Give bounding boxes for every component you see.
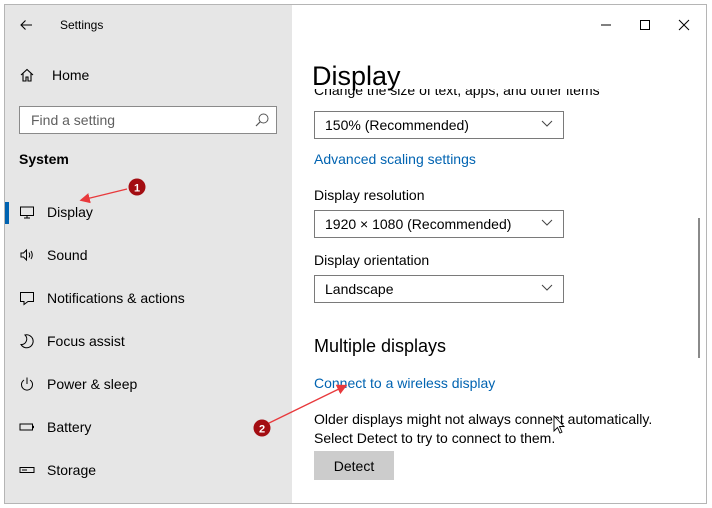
svg-text:2: 2 [259,424,265,436]
annotation-badge-2: 2 [253,419,271,437]
annotation-arrow-1 [79,188,128,204]
annotation-overlay: 1 2 [79,178,566,437]
annotation-badge-1: 1 [128,178,146,196]
annotation-arrow-2 [264,384,348,426]
svg-text:1: 1 [134,183,140,195]
mouse-cursor-icon [553,414,566,434]
